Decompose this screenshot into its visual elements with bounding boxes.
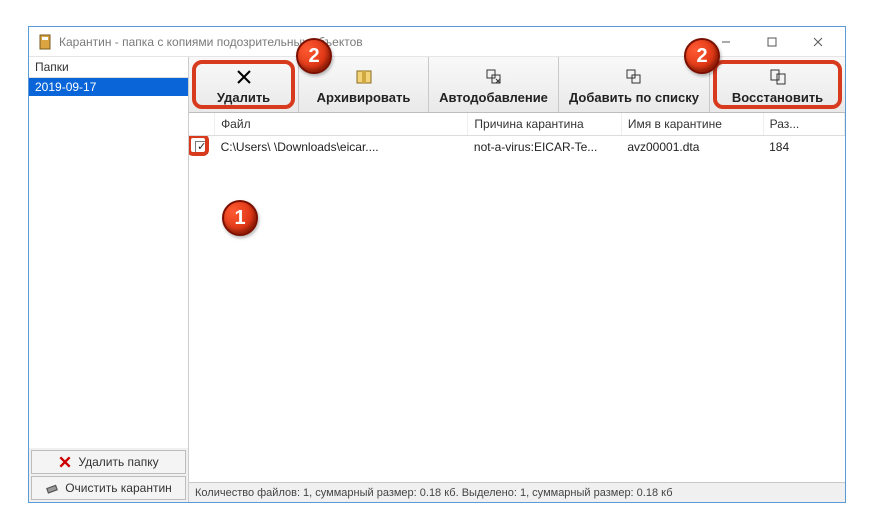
add-by-list-label: Добавить по списку	[569, 90, 699, 105]
autoadd-button[interactable]: Автодобавление	[429, 57, 559, 112]
sidebar: Папки 2019-09-17 Удалить папку Очистить …	[29, 57, 189, 502]
close-button[interactable]	[795, 28, 841, 56]
eraser-icon	[45, 481, 59, 495]
column-reason[interactable]: Причина карантина	[468, 113, 621, 136]
cell-size: 184	[763, 136, 844, 158]
delete-label: Удалить	[217, 90, 270, 105]
cursor-list-icon	[624, 66, 644, 88]
autoadd-label: Автодобавление	[439, 90, 548, 105]
window-title: Карантин - папка с копиями подозрительны…	[59, 35, 703, 49]
restore-icon	[768, 66, 788, 88]
folder-list[interactable]: 2019-09-17	[29, 78, 188, 448]
cell-qname: avz00001.dta	[621, 136, 763, 158]
column-size[interactable]: Раз...	[763, 113, 844, 136]
sidebar-header: Папки	[29, 57, 188, 78]
archive-label: Архивировать	[317, 90, 411, 105]
folder-item[interactable]: 2019-09-17	[29, 78, 188, 96]
x-icon	[234, 66, 254, 88]
quarantine-window: Карантин - папка с копиями подозрительны…	[28, 26, 846, 503]
titlebar: Карантин - папка с копиями подозрительны…	[29, 27, 845, 57]
archive-button[interactable]: Архивировать	[299, 57, 429, 112]
row-checkbox[interactable]	[195, 141, 208, 154]
delete-folder-button[interactable]: Удалить папку	[31, 450, 186, 474]
status-text: Количество файлов: 1, суммарный размер: …	[195, 487, 673, 499]
clear-quarantine-button[interactable]: Очистить карантин	[31, 476, 186, 500]
x-icon	[58, 455, 72, 469]
cell-reason: not-a-virus:EICAR-Te...	[468, 136, 621, 158]
table-row[interactable]: C:\Users\ \Downloads\eicar.... not-a-vir…	[189, 136, 845, 158]
app-icon	[37, 34, 53, 50]
column-checkbox[interactable]	[189, 113, 215, 136]
cell-file: C:\Users\ \Downloads\eicar....	[215, 136, 468, 158]
restore-label: Восстановить	[732, 90, 823, 105]
column-qname[interactable]: Имя в карантине	[621, 113, 763, 136]
window-controls	[703, 28, 841, 56]
delete-button[interactable]: Удалить	[189, 57, 299, 112]
column-file[interactable]: Файл	[215, 113, 468, 136]
cursor-copy-icon	[484, 66, 504, 88]
archive-icon	[354, 66, 374, 88]
restore-button[interactable]: Восстановить	[710, 57, 845, 112]
add-by-list-button[interactable]: Добавить по списку	[559, 57, 710, 112]
maximize-button[interactable]	[749, 28, 795, 56]
toolbar: Удалить Архивировать Автодобавление Доба…	[189, 57, 845, 113]
status-bar: Количество файлов: 1, суммарный размер: …	[189, 482, 845, 502]
delete-folder-label: Удалить папку	[78, 455, 158, 469]
main-area: Удалить Архивировать Автодобавление Доба…	[189, 57, 845, 502]
clear-quarantine-label: Очистить карантин	[65, 481, 172, 495]
minimize-button[interactable]	[703, 28, 749, 56]
table-header-row: Файл Причина карантина Имя в карантине Р…	[189, 113, 845, 136]
file-table: Файл Причина карантина Имя в карантине Р…	[189, 113, 845, 482]
